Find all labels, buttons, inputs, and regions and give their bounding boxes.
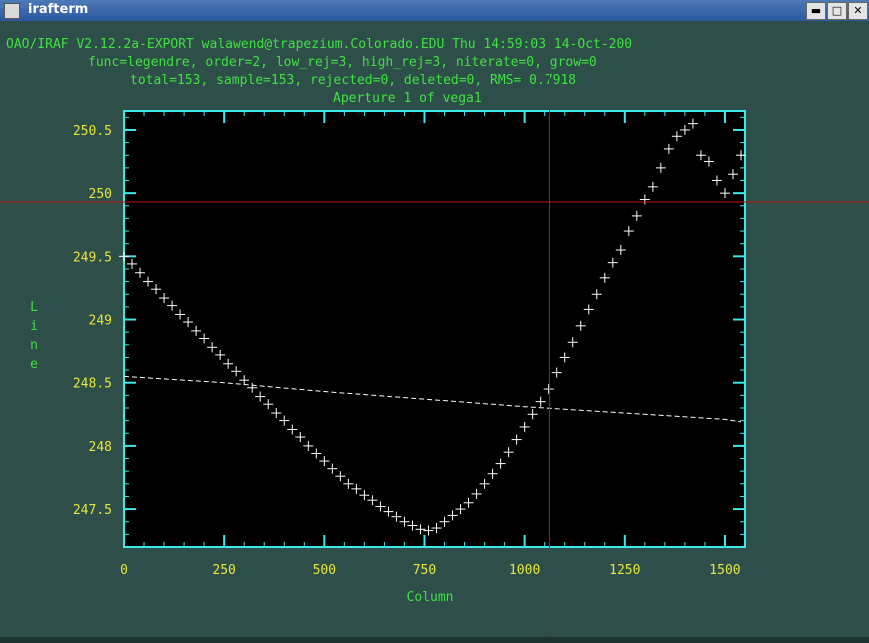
y-tick-label: 249.5 — [73, 250, 112, 265]
header-line-2: func=legendre, order=2, low_rej=3, high_… — [88, 55, 597, 70]
y-axis-label: Line — [30, 300, 38, 372]
header-line-3: total=153, sample=153, rejected=0, delet… — [130, 73, 576, 88]
x-tick-label: 500 — [313, 563, 336, 578]
x-tick-label: 750 — [413, 563, 436, 578]
y-axis-label-char: i — [30, 319, 38, 334]
header-line-1: OAO/IRAF V2.12.2a-EXPORT walawend@trapez… — [6, 37, 632, 52]
bottom-border — [0, 637, 869, 643]
y-tick-label: 248.5 — [73, 377, 112, 392]
y-tick-label: 248 — [89, 440, 112, 455]
x-tick-label: 1500 — [709, 563, 740, 578]
x-tick-label: 0 — [120, 563, 128, 578]
plot-canvas[interactable]: OAO/IRAF V2.12.2a-EXPORT walawend@trapez… — [0, 0, 869, 637]
y-tick-label: 247.5 — [73, 503, 112, 518]
y-axis-label-char: n — [30, 338, 38, 353]
y-axis-label-char: L — [30, 300, 38, 315]
x-axis-label: Column — [407, 590, 454, 605]
irafterm-window: irafterm ▬ □ ✕ OAO/IRAF V2.12.2a-EXPORT … — [0, 0, 869, 643]
plot-title: Aperture 1 of vega1 — [333, 91, 482, 106]
y-tick-label: 249 — [89, 314, 112, 329]
y-tick-label: 250 — [89, 187, 112, 202]
y-tick-label: 250.5 — [73, 124, 112, 139]
x-tick-label: 1250 — [609, 563, 640, 578]
x-tick-label: 1000 — [509, 563, 540, 578]
plot-frame — [123, 110, 746, 548]
y-axis-label-char: e — [30, 357, 38, 372]
x-tick-label: 250 — [212, 563, 235, 578]
